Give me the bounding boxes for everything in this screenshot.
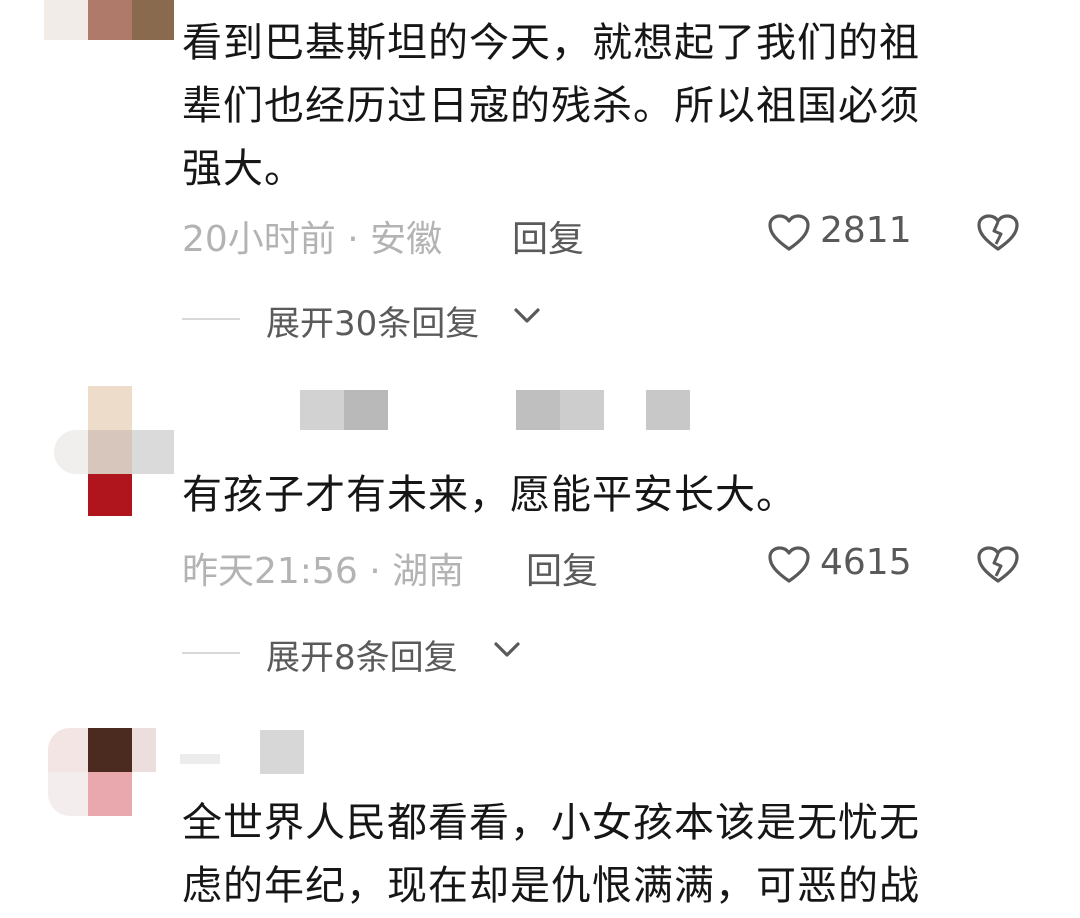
comment-item: 有孩子才有未来，愿能平安长大。 昨天21:56 · 湖南 回复 4615 展开8… xyxy=(0,380,1080,700)
comment-meta: 20小时前 · 安徽 回复 2811 xyxy=(182,210,1042,260)
comment-text: 看到巴基斯坦的今天，就想起了我们的祖 辈们也经历过日寇的残杀。所以祖国必须 强大… xyxy=(182,12,1012,201)
avatar[interactable] xyxy=(44,0,174,40)
heart-outline-icon xyxy=(768,546,810,583)
heart-outline-icon xyxy=(768,214,810,251)
like-count: 4615 xyxy=(820,542,912,583)
comment-item: 全世界人民都看看，小女孩本该是无忧无 虑的年纪，现在却是仇恨满满，可恶的战 xyxy=(0,720,1080,913)
chevron-down-icon xyxy=(514,308,540,323)
dislike-button[interactable] xyxy=(977,214,1019,261)
expand-replies[interactable]: 展开30条回复 xyxy=(182,296,782,346)
comment-meta: 昨天21:56 · 湖南 回复 4615 xyxy=(182,542,1042,592)
comment-text: 全世界人民都看看，小女孩本该是无忧无 虑的年纪，现在却是仇恨满满，可恶的战 xyxy=(182,792,1012,918)
expand-replies[interactable]: 展开8条回复 xyxy=(182,630,782,680)
comment-text-line: 全世界人民都看看，小女孩本该是无忧无 xyxy=(182,800,920,846)
dislike-button[interactable] xyxy=(977,546,1019,593)
comment-text: 有孩子才有未来，愿能平安长大。 xyxy=(182,464,1012,527)
avatar[interactable] xyxy=(44,728,164,838)
username-blurred[interactable] xyxy=(180,728,310,778)
divider-line xyxy=(182,652,240,654)
comment-text-line: 辈们也经历过日寇的残杀。所以祖国必须 xyxy=(182,83,920,129)
divider-line xyxy=(182,318,240,320)
expand-replies-label[interactable]: 展开30条回复 xyxy=(266,296,479,345)
comment-text-line: 有孩子才有未来，愿能平安长大。 xyxy=(182,472,797,518)
reply-button[interactable]: 回复 xyxy=(512,210,584,262)
comment-item: 看到巴基斯坦的今天，就想起了我们的祖 辈们也经历过日寇的残杀。所以祖国必须 强大… xyxy=(0,0,1080,360)
comment-time-location: 20小时前 · 安徽 xyxy=(182,219,443,260)
expand-replies-label[interactable]: 展开8条回复 xyxy=(266,630,458,679)
comment-text-line: 看到巴基斯坦的今天，就想起了我们的祖 xyxy=(182,20,920,66)
avatar[interactable] xyxy=(44,386,174,516)
comment-text-line: 强大。 xyxy=(182,146,305,192)
broken-heart-icon xyxy=(977,214,1019,251)
like-count: 2811 xyxy=(820,210,912,251)
chevron-down-icon xyxy=(494,642,520,657)
username-blurred[interactable] xyxy=(300,386,690,432)
comment-text-line: 虑的年纪，现在却是仇恨满满，可恶的战 xyxy=(182,863,920,909)
reply-button[interactable]: 回复 xyxy=(526,542,598,594)
broken-heart-icon xyxy=(977,546,1019,583)
comment-time-location: 昨天21:56 · 湖南 xyxy=(182,551,465,592)
